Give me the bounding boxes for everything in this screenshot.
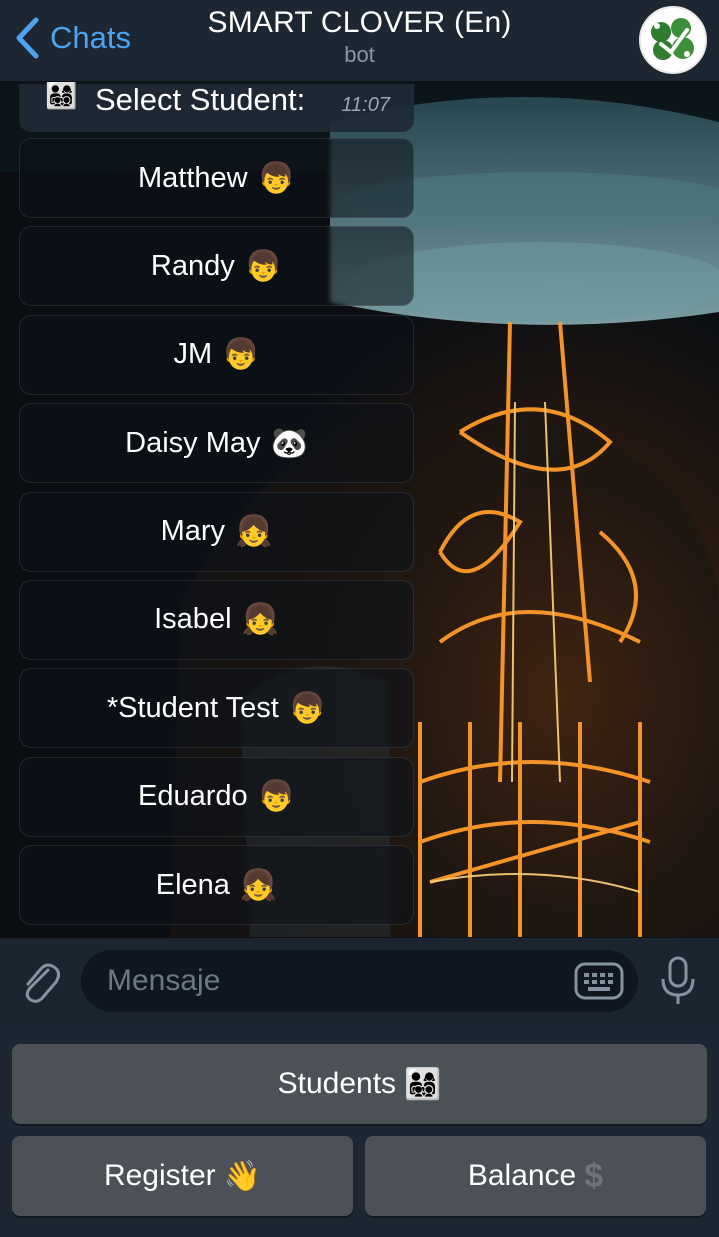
- students-label: Students: [277, 1067, 397, 1100]
- boy-emoji: 👦: [257, 780, 295, 814]
- girl-emoji: 👧: [241, 603, 279, 637]
- keyboard-icon: [574, 962, 624, 1000]
- panda-emoji: 🐼: [270, 426, 308, 460]
- student-button-randy[interactable]: Randy 👦: [19, 226, 414, 307]
- student-button-isabel[interactable]: Isabel 👧: [19, 579, 414, 660]
- boy-emoji: 👦: [257, 161, 295, 195]
- girl-emoji: 👧: [235, 515, 273, 549]
- students-button[interactable]: Students 👨‍👩‍👧‍👦: [12, 1044, 707, 1124]
- button-label: JM: [173, 338, 213, 371]
- student-button-daisy-may[interactable]: Daisy May 🐼: [19, 403, 414, 484]
- input-placeholder: Mensaje: [107, 964, 221, 997]
- button-label: *Student Test: [106, 691, 279, 724]
- microphone-icon: [661, 956, 695, 1004]
- reply-keyboard: Students 👨‍👩‍👧‍👦 Register 👋 Balance $: [0, 1025, 719, 1237]
- boy-emoji: 👦: [288, 691, 327, 725]
- chat-title-block[interactable]: SMART CLOVER (En) bot: [150, 6, 569, 68]
- back-button[interactable]: Chats: [14, 16, 131, 60]
- student-button-student-test[interactable]: *Student Test 👦: [19, 668, 414, 749]
- bot-avatar[interactable]: [639, 6, 707, 74]
- button-label: Eduardo: [137, 780, 248, 813]
- chat-title: SMART CLOVER (En): [207, 6, 512, 39]
- balance-label: Balance: [467, 1159, 577, 1192]
- button-label: Elena: [155, 868, 230, 901]
- button-label: Mary: [160, 515, 226, 548]
- attach-button[interactable]: [18, 958, 62, 1011]
- student-button-jm[interactable]: JM 👦: [19, 314, 414, 395]
- chat-header: Chats SMART CLOVER (En) bot: [0, 0, 719, 82]
- button-label: Isabel: [154, 603, 232, 636]
- family-emoji: 👨‍👩‍👧‍👦: [45, 82, 78, 110]
- student-button-eduardo[interactable]: Eduardo 👦: [19, 756, 414, 837]
- register-label: Register: [103, 1159, 216, 1192]
- bot-message: 👨‍👩‍👧‍👦 Select Student: 11:07: [19, 82, 414, 132]
- button-label: Daisy May: [125, 426, 261, 459]
- keyboard-toggle-button[interactable]: [574, 962, 624, 1005]
- back-label: Chats: [50, 20, 131, 55]
- student-button-matthew[interactable]: Matthew 👦: [19, 138, 414, 218]
- chevron-left-icon: [16, 17, 39, 59]
- boy-emoji: 👦: [244, 249, 283, 283]
- clover-logo: [643, 10, 703, 70]
- chat-area[interactable]: 👨‍👩‍👧‍👦 Select Student: 11:07 Matthew 👦 R…: [0, 82, 719, 937]
- waving-hand-emoji: 👋: [223, 1159, 262, 1193]
- student-button-elena[interactable]: Elena 👧: [19, 845, 414, 926]
- balance-button[interactable]: Balance $: [365, 1136, 706, 1216]
- dollar-sign-icon: $: [584, 1156, 604, 1195]
- family-emoji: 👨‍👩‍👧‍👦: [404, 1067, 442, 1101]
- message-time: 11:07: [341, 94, 390, 116]
- button-label: Randy: [150, 249, 235, 282]
- button-label: Matthew: [138, 161, 248, 194]
- paperclip-icon: [25, 963, 61, 1003]
- girl-emoji: 👧: [239, 868, 278, 902]
- message-text: Select Student:: [95, 82, 306, 117]
- chat-subtitle: bot: [344, 42, 375, 67]
- student-button-mary[interactable]: Mary 👧: [19, 491, 414, 572]
- boy-emoji: 👦: [222, 338, 260, 372]
- inline-keyboard: Matthew 👦 Randy 👦 JM 👦 Daisy May 🐼 Mary 👧 Isa…: [19, 138, 414, 934]
- message-input[interactable]: Mensaje: [81, 950, 638, 1012]
- message-input-bar: Mensaje: [0, 937, 719, 1026]
- voice-message-button[interactable]: [658, 955, 698, 1012]
- register-button[interactable]: Register 👋: [12, 1136, 353, 1216]
